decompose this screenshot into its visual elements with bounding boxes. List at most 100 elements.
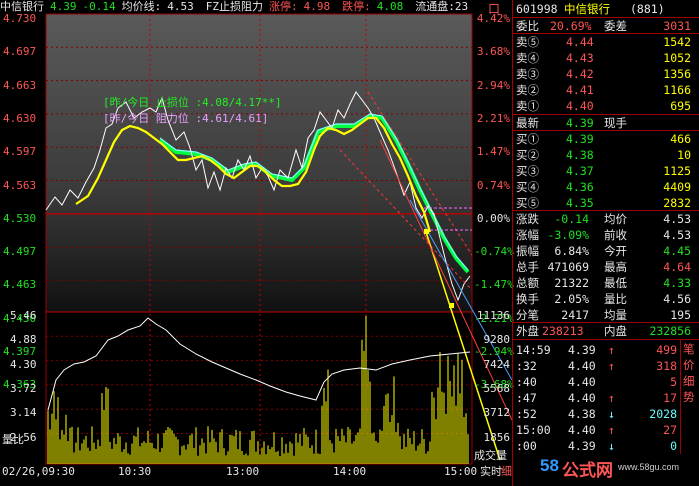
watermark: 58 公式网 www.58gu.com (512, 454, 699, 484)
price-tick: 4.463 (3, 278, 37, 292)
ask-row-price: 4.40 (566, 99, 594, 113)
pct-tick: -2.94% (474, 345, 514, 358)
ask-row-volume: 1052 (663, 51, 691, 65)
price-tick: 4.497 (3, 245, 37, 259)
tick-price: 4.38 (568, 407, 596, 421)
pct-tick: 2.94% (476, 78, 510, 92)
tick-time: :32 (516, 359, 537, 373)
watermark-brand: 公式网 (562, 461, 613, 480)
stat-value: 4.45 (663, 244, 691, 258)
tick-volume: 5 (670, 375, 677, 389)
pct-tick: 0.74% (476, 178, 510, 192)
intraday-chart[interactable] (0, 0, 512, 486)
ask-row: 卖② 4.41 1166 (512, 83, 699, 97)
realtime-tab[interactable]: 实时 (480, 466, 502, 478)
pct-tick: 1.47% (476, 145, 510, 159)
ask-row-price: 4.41 (566, 83, 594, 97)
volume-tick: 1856 (483, 430, 511, 444)
watermark-number: 58 (540, 456, 559, 475)
price-tick: 4.597 (3, 145, 37, 159)
bid-row-price: 4.37 (566, 164, 594, 178)
price-tick: 4.730 (3, 12, 37, 25)
stats-row: 分笔 2417 均量 195 (512, 308, 699, 322)
detail-tab[interactable]: 细 (501, 466, 512, 478)
tick-time: :00 (516, 439, 537, 453)
tick-volume: 499 (656, 343, 677, 357)
bid-row-price: 4.39 (566, 132, 594, 146)
stat-label: 换手 (516, 292, 539, 306)
stats-row: 涨跌 -0.14 均价 4.53 (512, 212, 699, 226)
quote-title: 601998 中信银行 (881) (512, 2, 699, 16)
ask-row-price: 4.42 (566, 67, 594, 81)
stat-label: 均价 (604, 212, 627, 226)
tick-time: :47 (516, 391, 537, 405)
ask-row-volume: 695 (670, 99, 691, 113)
tick-volume: 318 (656, 359, 677, 373)
price-tick: 4.563 (3, 178, 37, 192)
ask-row-volume: 1166 (663, 83, 691, 97)
ask-row-label: 卖③ (516, 67, 539, 81)
time-tick: 13:00 (226, 465, 260, 478)
price-tick: 4.697 (3, 45, 37, 59)
ask-row: 卖④ 4.43 1052 (512, 51, 699, 65)
volume-tick: 7424 (483, 357, 511, 371)
tick-row: 15:00 4.40 ↑ 27 (512, 423, 699, 437)
volume-ratio-label: 量比 (2, 433, 24, 446)
stop-loss-annotation: [昨/今日 止损位 :4.08/4.17**] (103, 96, 282, 109)
stat-value: 2417 (561, 308, 589, 322)
stat-label: 今开 (604, 244, 627, 258)
order-diff-value: 3031 (663, 19, 691, 33)
stat-value: -3.09% (547, 228, 589, 242)
stat-value: 4.64 (663, 260, 691, 274)
stats-row: 总额 21322 最低 4.33 (512, 276, 699, 290)
tick-time: :52 (516, 407, 537, 421)
tick-row: :00 4.39 ↓ 0 (512, 439, 699, 453)
bid-row-label: 买⑤ (516, 196, 539, 210)
order-diff-label: 委差 (604, 19, 627, 33)
ask-row-label: 卖② (516, 83, 539, 97)
time-tick: 15:00 (444, 465, 478, 478)
stat-value: 2.05% (554, 292, 589, 306)
stat-value: -0.14 (554, 212, 589, 226)
bid-row-volume: 10 (677, 148, 691, 162)
outer-value: 238213 (542, 324, 584, 338)
stat-value: 195 (670, 308, 691, 322)
pct-tick: 2.21% (476, 111, 510, 125)
stat-value: 21322 (554, 276, 589, 290)
side-tab[interactable]: 势 (683, 390, 697, 404)
side-tab[interactable]: 笔 (683, 342, 697, 356)
tick-direction-icon: ↑ (608, 343, 615, 357)
stock-code: 601998 (516, 2, 558, 16)
bid-row-volume: 2832 (663, 196, 691, 210)
volume-ratio-line (47, 317, 471, 411)
stat-label: 涨跌 (516, 212, 539, 226)
stats-row: 涨幅 -3.09% 前收 4.53 (512, 228, 699, 242)
inner-label: 内盘 (604, 324, 627, 338)
stat-value: 6.84% (554, 244, 589, 258)
price-tick: 4.663 (3, 78, 37, 92)
bid-row-price: 4.36 (566, 180, 594, 194)
stat-label: 振幅 (516, 244, 539, 258)
side-tab[interactable]: 价 (683, 358, 697, 372)
ask-row-label: 卖⑤ (516, 35, 539, 49)
stat-label: 总额 (516, 276, 539, 290)
tick-row: :32 4.40 ↑ 318 (512, 359, 699, 373)
ask-row-price: 4.43 (566, 51, 594, 65)
pct-tick: -1.47% (474, 278, 514, 292)
order-ratio-label: 委比 (516, 19, 539, 33)
stats-row: 振幅 6.84% 今开 4.45 (512, 244, 699, 258)
volume-tick: 9280 (483, 333, 511, 347)
bid-row-label: 买② (516, 148, 539, 162)
time-tick: 10:30 (118, 465, 152, 478)
tick-price: 4.39 (568, 343, 596, 357)
stat-value: 4.53 (663, 212, 691, 226)
quote-stock-name: 中信银行 (564, 2, 610, 16)
bid-row-volume: 4409 (663, 180, 691, 194)
stats-row: 换手 2.05% 量比 4.56 (512, 292, 699, 306)
tick-direction-icon: ↑ (608, 391, 615, 405)
volume-bars (47, 316, 469, 464)
tick-row: :52 4.38 ↓ 2028 (512, 407, 699, 421)
ask-row-label: 卖④ (516, 51, 539, 65)
volume-tick: 11136 (476, 309, 510, 322)
side-tab[interactable]: 细 (683, 374, 697, 388)
